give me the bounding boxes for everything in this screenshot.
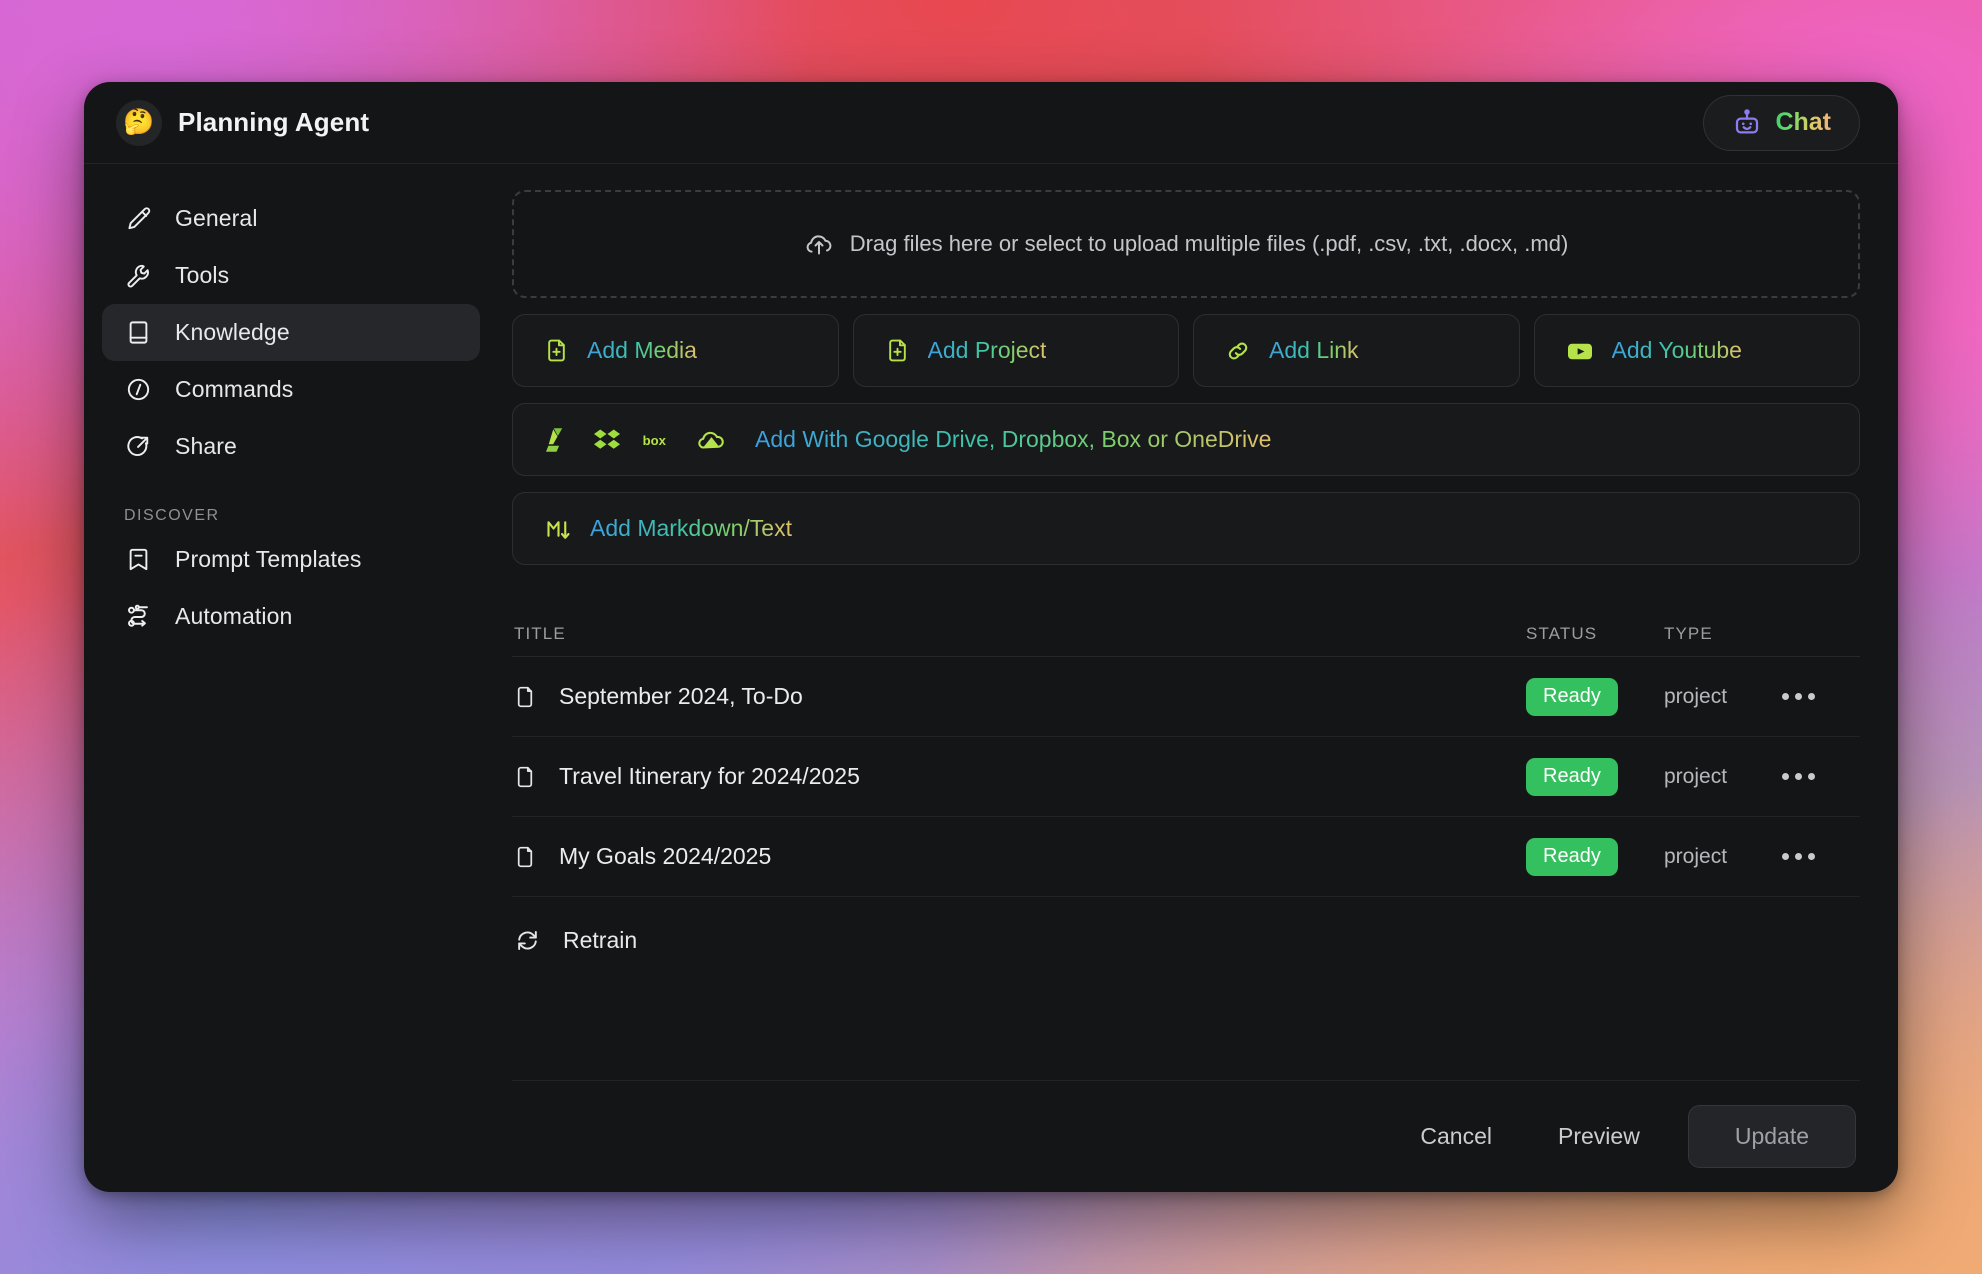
row-status-cell: Ready: [1526, 758, 1664, 796]
column-header-status: STATUS: [1526, 624, 1664, 644]
row-options-button[interactable]: [1782, 853, 1860, 860]
status-badge: Ready: [1526, 678, 1618, 716]
onedrive-icon: [696, 424, 727, 455]
svg-text:box: box: [643, 432, 667, 447]
sidebar-item-knowledge[interactable]: Knowledge: [102, 304, 480, 361]
row-options-button[interactable]: [1782, 693, 1860, 700]
add-media-label: Add Media: [587, 337, 697, 364]
pencil-icon: [124, 205, 152, 233]
google-drive-icon: [543, 425, 573, 455]
row-menu-cell: [1782, 693, 1860, 700]
sidebar-item-label: Automation: [175, 603, 292, 630]
row-title-cell: Travel Itinerary for 2024/2025: [512, 763, 1526, 790]
sidebar-section-discover: DISCOVER: [124, 507, 480, 525]
update-button[interactable]: Update: [1688, 1105, 1856, 1168]
link-icon: [1224, 337, 1252, 365]
avatar-emoji: 🤔: [123, 110, 154, 135]
slash-circle-icon: [124, 376, 152, 404]
row-title: Travel Itinerary for 2024/2025: [559, 763, 860, 790]
dropbox-icon: [592, 425, 622, 455]
row-menu-cell: [1782, 773, 1860, 780]
status-badge: Ready: [1526, 838, 1618, 876]
file-dropzone[interactable]: Drag files here or select to upload mult…: [512, 190, 1860, 298]
add-link-label: Add Link: [1269, 337, 1359, 364]
add-project-label: Add Project: [928, 337, 1047, 364]
bookmark-icon: [124, 546, 152, 574]
row-menu-cell: [1782, 853, 1860, 860]
title-bar: 🤔 Planning Agent Chat: [84, 82, 1898, 164]
sidebar-item-label: Tools: [175, 262, 229, 289]
add-media-button[interactable]: Add Media: [512, 314, 839, 387]
file-plus-icon: [884, 337, 911, 364]
main-content: Drag files here or select to upload mult…: [498, 164, 1898, 1192]
document-icon: [512, 684, 538, 710]
row-title: September 2024, To-Do: [559, 683, 803, 710]
row-type: project: [1664, 685, 1782, 709]
file-plus-icon: [543, 337, 570, 364]
table-row[interactable]: My Goals 2024/2025 Ready project: [512, 817, 1860, 897]
add-button-row: Add Media Add Project: [512, 314, 1860, 387]
sidebar-item-prompt-templates[interactable]: Prompt Templates: [102, 531, 480, 588]
sidebar: General Tools Knowledge: [84, 164, 498, 1192]
sidebar-item-label: Commands: [175, 376, 293, 403]
document-icon: [512, 764, 538, 790]
sidebar-item-label: Share: [175, 433, 237, 460]
add-youtube-label: Add Youtube: [1612, 337, 1742, 364]
row-title: My Goals 2024/2025: [559, 843, 771, 870]
automation-icon: [124, 603, 152, 631]
dropzone-label: Drag files here or select to upload mult…: [850, 231, 1569, 257]
cloud-icon-group: box: [543, 424, 727, 455]
page-title: Planning Agent: [178, 107, 369, 138]
row-type: project: [1664, 845, 1782, 869]
agent-avatar: 🤔: [116, 100, 162, 146]
markdown-icon: [543, 514, 573, 544]
sidebar-item-label: Knowledge: [175, 319, 290, 346]
row-title-cell: My Goals 2024/2025: [512, 843, 1526, 870]
status-badge: Ready: [1526, 758, 1618, 796]
youtube-icon: [1565, 336, 1595, 366]
chat-button-label: Chat: [1775, 108, 1831, 137]
app-window: 🤔 Planning Agent Chat: [84, 82, 1898, 1192]
cancel-button[interactable]: Cancel: [1392, 1107, 1520, 1166]
column-header-type: TYPE: [1664, 624, 1782, 644]
preview-button[interactable]: Preview: [1530, 1107, 1668, 1166]
table-row[interactable]: September 2024, To-Do Ready project: [512, 657, 1860, 737]
add-link-button[interactable]: Add Link: [1193, 314, 1520, 387]
chat-button[interactable]: Chat: [1703, 95, 1860, 151]
row-status-cell: Ready: [1526, 678, 1664, 716]
retrain-label: Retrain: [563, 927, 637, 954]
cloud-storage-label: Add With Google Drive, Dropbox, Box or O…: [755, 426, 1271, 453]
column-header-title: TITLE: [512, 624, 1526, 644]
knowledge-table: TITLE STATUS TYPE September 2024, To-: [512, 611, 1860, 983]
window-body: General Tools Knowledge: [84, 164, 1898, 1192]
add-markdown-button[interactable]: Add Markdown/Text: [512, 492, 1860, 565]
robot-icon: [1732, 108, 1762, 138]
sidebar-item-automation[interactable]: Automation: [102, 588, 480, 645]
sidebar-item-share[interactable]: Share: [102, 418, 480, 475]
book-icon: [124, 319, 152, 347]
refresh-icon: [514, 927, 541, 954]
row-title-cell: September 2024, To-Do: [512, 683, 1526, 710]
sidebar-item-commands[interactable]: Commands: [102, 361, 480, 418]
share-icon: [124, 433, 152, 461]
row-options-button[interactable]: [1782, 773, 1860, 780]
markdown-label: Add Markdown/Text: [590, 515, 792, 542]
sidebar-item-tools[interactable]: Tools: [102, 247, 480, 304]
footer-actions: Cancel Preview Update: [512, 1080, 1860, 1192]
sidebar-item-label: Prompt Templates: [175, 546, 362, 573]
wrench-icon: [124, 262, 152, 290]
table-row[interactable]: Travel Itinerary for 2024/2025 Ready pro…: [512, 737, 1860, 817]
add-project-button[interactable]: Add Project: [853, 314, 1180, 387]
document-icon: [512, 844, 538, 870]
sidebar-item-label: General: [175, 205, 258, 232]
add-youtube-button[interactable]: Add Youtube: [1534, 314, 1861, 387]
table-header-row: TITLE STATUS TYPE: [512, 611, 1860, 657]
add-cloud-storage-button[interactable]: box Add With Google Drive, Dropbox, Box …: [512, 403, 1860, 476]
retrain-button[interactable]: Retrain: [512, 897, 1860, 983]
box-icon: box: [641, 427, 677, 453]
sidebar-item-general[interactable]: General: [102, 190, 480, 247]
row-status-cell: Ready: [1526, 838, 1664, 876]
row-type: project: [1664, 765, 1782, 789]
cloud-upload-icon: [804, 229, 834, 259]
